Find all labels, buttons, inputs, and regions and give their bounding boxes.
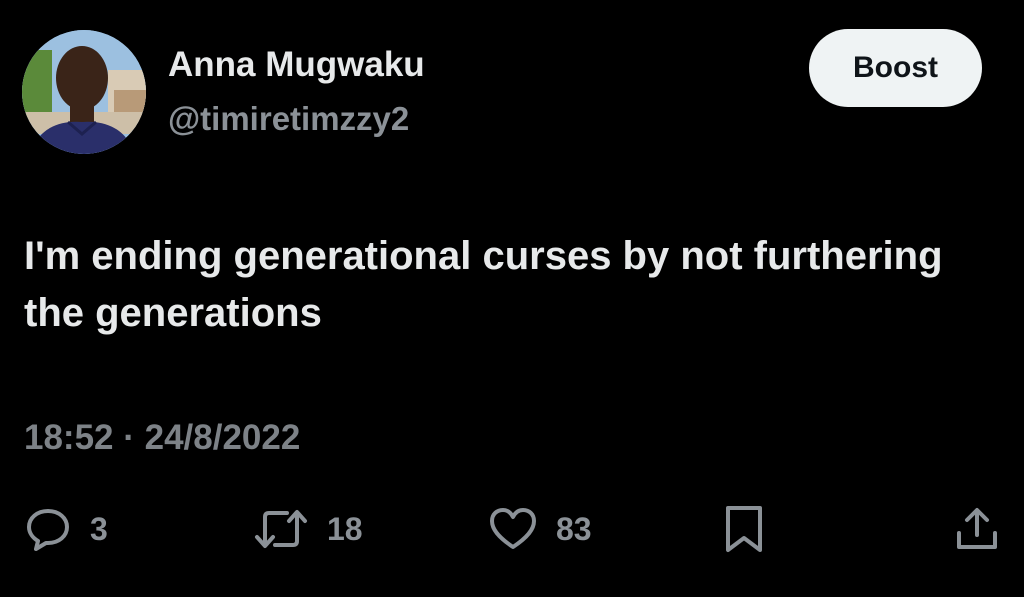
bookmark-icon [726,506,762,552]
tweet-text: I'm ending generational curses by not fu… [24,234,943,335]
retweet-count: 18 [327,510,363,547]
tweet-timestamp[interactable]: 18:52 · 24/8/2022 [24,418,300,458]
share-icon [957,508,997,549]
retweet-button[interactable]: 18 [253,505,363,553]
boost-button[interactable]: Boost [809,29,982,107]
avatar-photo [22,30,146,154]
like-count: 83 [556,510,592,547]
reply-count: 3 [90,510,108,547]
reply-bubble-icon [27,509,69,551]
bookmark-button[interactable] [723,505,765,553]
author-handle[interactable]: @timiretimzzy2 [168,100,409,138]
share-button[interactable] [953,505,1001,553]
retweet-icon [255,510,307,548]
avatar[interactable] [22,30,146,154]
heart-icon [490,508,536,549]
like-button[interactable]: 83 [488,505,592,553]
author-display-name[interactable]: Anna Mugwaku [168,45,425,85]
reply-button[interactable]: 3 [24,505,108,553]
